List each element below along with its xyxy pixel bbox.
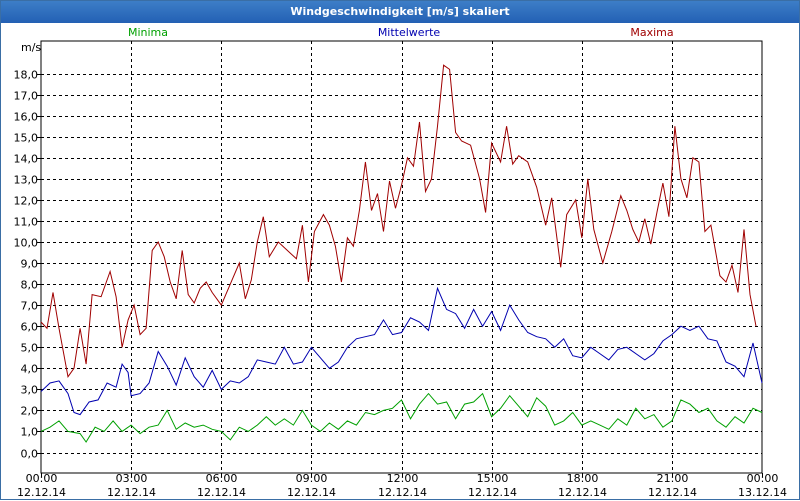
x-tick-label-time: 18:00	[567, 472, 599, 485]
y-tick-label: 2,0	[21, 405, 39, 418]
x-tick-label-time: 00:00	[26, 472, 58, 485]
y-tick-label: 7,0	[21, 300, 39, 313]
x-tick-label-time: 00:00	[747, 472, 779, 485]
x-tick-label-date: 12.12.14	[197, 486, 246, 499]
x-tick-label-date: 12.12.14	[107, 486, 156, 499]
legend: Minima Mittelwerte Maxima	[128, 26, 674, 39]
x-tick-label-date: 12.12.14	[558, 486, 607, 499]
y-tick-label: 18,0	[14, 69, 39, 82]
y-tick-label: 10,0	[14, 237, 39, 250]
chart-window: Windgeschwindigkeit [m/s] skaliert 0,0 1,…	[0, 0, 800, 500]
x-tick-label-time: 09:00	[296, 472, 328, 485]
x-tick-label-date: 12.12.14	[468, 486, 517, 499]
maxima-line	[40, 64, 757, 378]
y-tick-label: 9,0	[21, 258, 39, 271]
y-axis-label: m/s	[21, 41, 41, 54]
minima-line	[40, 392, 763, 443]
plot-frame	[40, 40, 763, 474]
x-tick-label-date: 12.12.14	[648, 486, 697, 499]
legend-minima: Minima	[128, 26, 168, 39]
x-tick-label-date: 12.12.14	[287, 486, 336, 499]
axes: 0,0 1,0 2,0 3,0 4,0 5,0 6,0 7,0 8,0 9,0 10,0 11,0 12…	[14, 40, 787, 499]
x-tick-label-time: 15:00	[477, 472, 509, 485]
mittelwerte-line	[40, 286, 763, 416]
y-tick-label: 5,0	[21, 342, 39, 355]
y-tick-label: 3,0	[21, 384, 39, 397]
y-tick-label: 17,0	[14, 90, 39, 103]
x-tick-label-date: 12.12.14	[378, 486, 427, 499]
y-tick-label: 1,0	[21, 426, 39, 439]
legend-mittelwerte: Mittelwerte	[378, 26, 441, 39]
x-tick-label-date: 13.12.14	[738, 486, 787, 499]
legend-maxima: Maxima	[630, 26, 673, 39]
y-tick-label: 8,0	[21, 279, 39, 292]
wind-speed-chart: 0,0 1,0 2,0 3,0 4,0 5,0 6,0 7,0 8,0 9,0 10,0 11,0 12…	[14, 26, 787, 499]
y-tick-label: 14,0	[14, 153, 39, 166]
x-tick-label-date: 12.12.14	[17, 486, 66, 499]
x-tick-label-time: 03:00	[116, 472, 148, 485]
y-tick-label: 0,0	[21, 448, 39, 461]
series-lines	[40, 64, 763, 443]
y-tick-label: 11,0	[14, 216, 39, 229]
y-tick-label: 6,0	[21, 321, 39, 334]
y-tick-label: 12,0	[14, 195, 39, 208]
x-tick-label-time: 06:00	[206, 472, 238, 485]
y-tick-label: 16,0	[14, 111, 39, 124]
grid	[41, 41, 762, 473]
y-tick-label: 4,0	[21, 363, 39, 376]
x-tick-label-time: 12:00	[387, 472, 419, 485]
y-tick-label: 13,0	[14, 174, 39, 187]
x-tick-label-time: 21:00	[657, 472, 689, 485]
y-tick-label: 15,0	[14, 132, 39, 145]
